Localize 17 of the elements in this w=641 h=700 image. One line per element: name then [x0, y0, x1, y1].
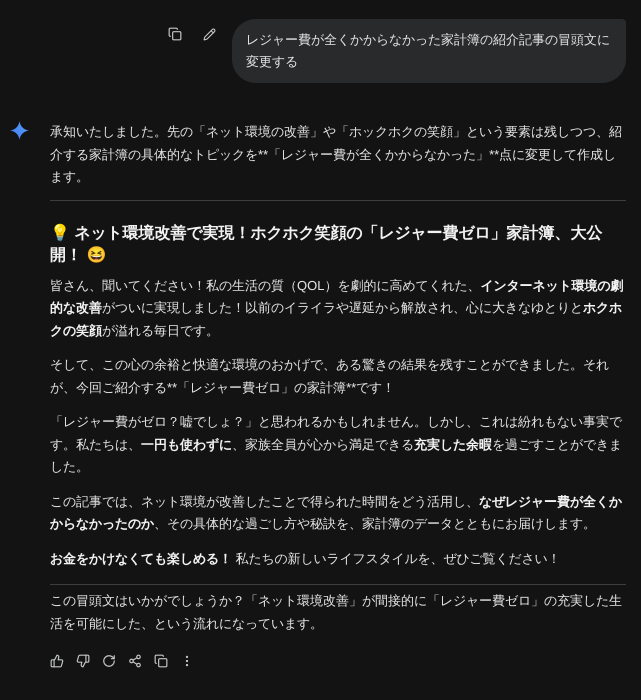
article-paragraph: この記事では、ネット環境が改善したことで得られた時間をどう活用し、なぜレジャー費が全くかからなかったのか、その具体的な過ごし方や秘訣を、家計簿のデータとともにお届けします。: [50, 492, 623, 533]
copy-icon[interactable]: [154, 654, 168, 668]
sparkle-icon: [10, 121, 29, 140]
edit-icon[interactable]: [202, 28, 216, 40]
thumbs-up-icon[interactable]: [50, 654, 64, 668]
article-paragraph: 「レジャー費がゼロ？嘘でしょ？」と思われるかもしれません。しかし、これは紛れもない事実です。私たちは、一円も使わずに、家族全員が心から満足できる充実した余暇を過ごすことができました。: [50, 413, 624, 476]
thumbs-down-icon[interactable]: [76, 654, 90, 668]
copy-icon[interactable]: [168, 27, 182, 41]
article-heading: 💡 ネット環境改善で実現！ホクホク笑顔の「レジャー費ゼロ」家計簿、大公開！ 😆: [50, 222, 604, 266]
article-paragraph: お金をかけなくても楽しめる！ 私たちの新しいライフスタイルを、ぜひご覧ください！: [50, 550, 562, 568]
article-paragraph: そして、この心の余裕と快適な環境のおかげで、ある驚きの結果を残すことができました。それが、今回ご紹介する**「レジャー費ゼロ」の家計簿**です！: [50, 356, 610, 396]
user-message: レジャー費が全くかからなかった家計簿の紹介記事の冒頭文に変更する: [232, 19, 626, 83]
response-intro: 承知いたしました。先の「ネット環境の改善」や「ホックホクの笑顔」という要素は残しつつ、紹介する家計簿の具体的なトピックを**「レジャー費が全くかからなかった」**点に変更して作成します。: [50, 123, 623, 186]
share-icon[interactable]: [128, 654, 142, 668]
response-closing: この冒頭文はいかがでしょうか？「ネット環境改善」が間接的に「レジャー費ゼロ」の充実した生活を可能にした、という流れになっています。: [50, 592, 623, 632]
refresh-icon[interactable]: [102, 654, 116, 668]
article-paragraph: 皆さん、聞いてください！私の生活の質（QOL）を劇的に高めてくれた、インターネット環境の劇的な改善がついに実現しました！以前のイライラや遅延から解放され、心に大きなゆとりとホクホクの笑顔が溢れる毎日です。: [50, 276, 624, 340]
